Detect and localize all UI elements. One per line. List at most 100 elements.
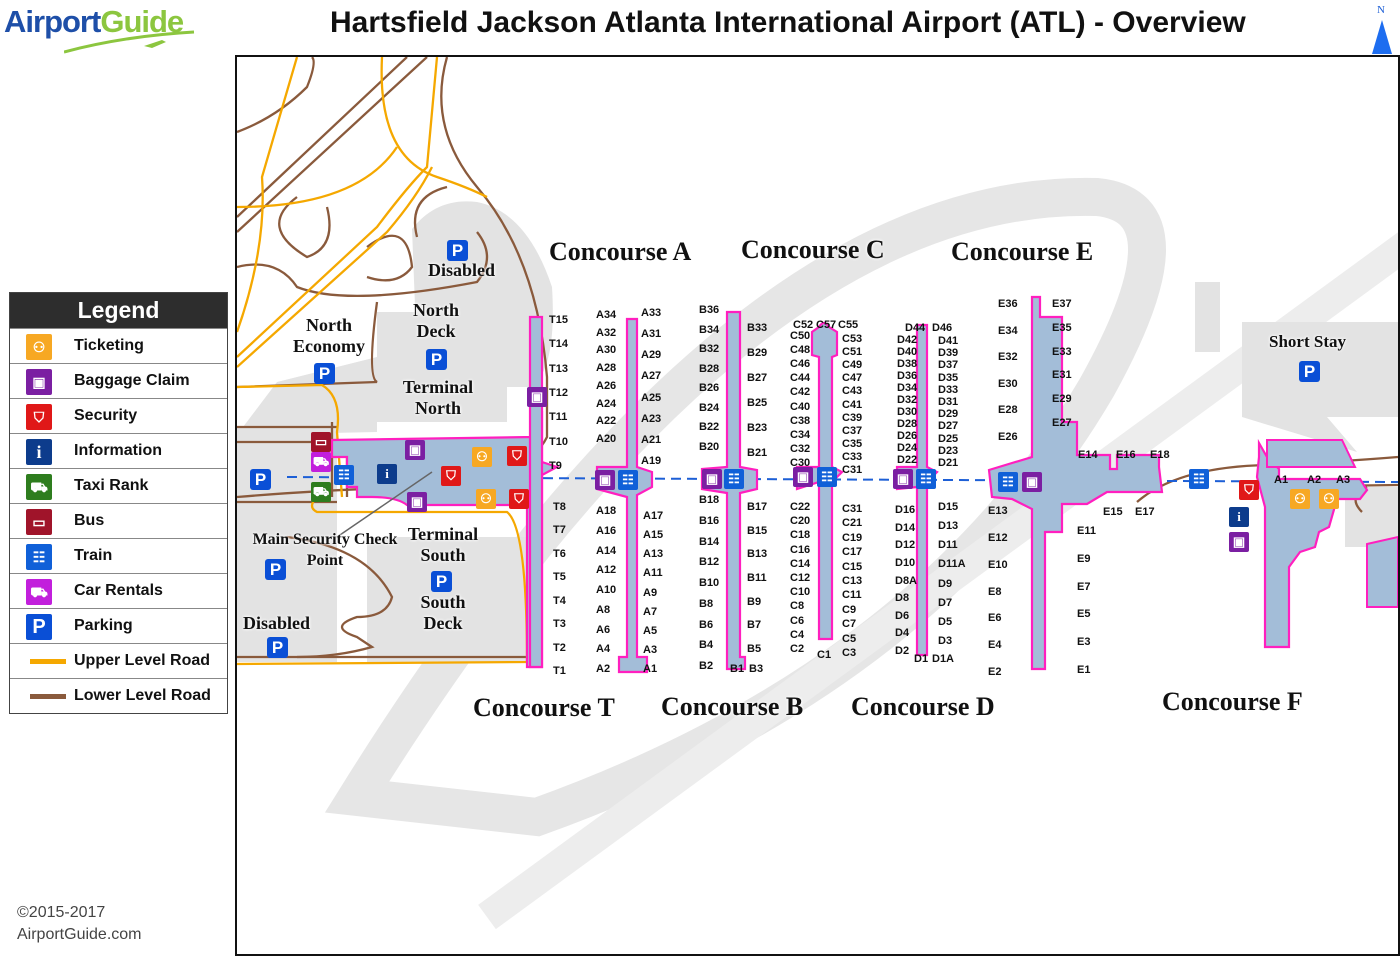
gate-a13[interactable]: A13	[643, 548, 663, 560]
concourse-a-label[interactable]: Concourse A	[549, 237, 691, 267]
gate-c8[interactable]: C8	[790, 600, 804, 612]
gate-d6[interactable]: D6	[895, 610, 909, 622]
gate-b6[interactable]: B6	[699, 619, 713, 631]
gate-a20[interactable]: A20	[596, 433, 616, 445]
concourse-b-label[interactable]: Concourse B	[661, 692, 803, 722]
gate-a30[interactable]: A30	[596, 344, 616, 356]
gate-d34[interactable]: D34	[897, 382, 917, 394]
gate-t3[interactable]: T3	[553, 618, 566, 630]
concourse-t-building[interactable]	[528, 315, 544, 669]
gate-a33[interactable]: A33	[641, 307, 661, 319]
east-building[interactable]	[1366, 535, 1398, 608]
gate-a21[interactable]: A21	[641, 434, 661, 446]
gate-c4[interactable]: C4	[790, 629, 804, 641]
gate-d13[interactable]: D13	[938, 520, 958, 532]
gate-c33[interactable]: C33	[842, 451, 862, 463]
gate-b7[interactable]: B7	[747, 619, 761, 631]
gate-c31[interactable]: C31	[842, 464, 862, 476]
gate-d26[interactable]: D26	[897, 430, 917, 442]
intl-gate[interactable]: A2	[1307, 474, 1321, 486]
gate-b9[interactable]: B9	[747, 596, 761, 608]
gate-e33[interactable]: E33	[1052, 346, 1072, 358]
gate-e2[interactable]: E2	[988, 666, 1001, 678]
gate-c55[interactable]: C55	[838, 319, 858, 331]
gate-e36[interactable]: E36	[998, 298, 1018, 310]
gate-c35[interactable]: C35	[842, 438, 862, 450]
gate-b10[interactable]: B10	[699, 577, 719, 589]
gate-c14[interactable]: C14	[790, 558, 810, 570]
gate-b12[interactable]: B12	[699, 556, 719, 568]
gate-d22[interactable]: D22	[897, 454, 917, 466]
gate-c37[interactable]: C37	[842, 425, 862, 437]
gate-c20[interactable]: C20	[790, 515, 810, 527]
intl-gate[interactable]: A1	[1274, 474, 1288, 486]
gate-c42[interactable]: C42	[790, 386, 810, 398]
gate-d25[interactable]: D25	[938, 433, 958, 445]
gate-e4[interactable]: E4	[988, 639, 1001, 651]
gate-d44[interactable]: D44	[905, 322, 925, 334]
gate-a25[interactable]: A25	[641, 392, 661, 404]
gate-e37[interactable]: E37	[1052, 298, 1072, 310]
gate-d40[interactable]: D40	[897, 346, 917, 358]
gate-a23[interactable]: A23	[641, 413, 661, 425]
gate-a17[interactable]: A17	[643, 510, 663, 522]
gate-a2[interactable]: A2	[596, 663, 610, 675]
gate-b2[interactable]: B2	[699, 660, 713, 672]
gate-e7[interactable]: E7	[1077, 581, 1090, 593]
gate-a24[interactable]: A24	[596, 398, 616, 410]
gate-a27[interactable]: A27	[641, 370, 661, 382]
gate-d14[interactable]: D14	[895, 522, 915, 534]
gate-c15[interactable]: C15	[842, 561, 862, 573]
gate-c48[interactable]: C48	[790, 344, 810, 356]
gate-d46[interactable]: D46	[932, 322, 952, 334]
gate-d9[interactable]: D9	[938, 578, 952, 590]
gate-c44[interactable]: C44	[790, 372, 810, 384]
gate-t8[interactable]: T8	[553, 501, 566, 513]
gate-e1[interactable]: E1	[1077, 664, 1090, 676]
gate-a14[interactable]: A14	[596, 545, 616, 557]
gate-c17[interactable]: C17	[842, 546, 862, 558]
gate-d2[interactable]: D2	[895, 645, 909, 657]
parking-icon[interactable]: P	[267, 637, 288, 658]
gate-a29[interactable]: A29	[641, 349, 661, 361]
gate-a22[interactable]: A22	[596, 415, 616, 427]
gate-c19[interactable]: C19	[842, 532, 862, 544]
gate-d16[interactable]: D16	[895, 504, 915, 516]
gate-c12[interactable]: C12	[790, 572, 810, 584]
gate-b22[interactable]: B22	[699, 421, 719, 433]
gate-c11[interactable]: C11	[842, 589, 862, 601]
gate-b33[interactable]: B33	[747, 322, 767, 334]
gate-c39[interactable]: C39	[842, 412, 862, 424]
airport-map[interactable]: Concourse A Concourse C Concourse E Conc…	[235, 55, 1400, 956]
gate-e10[interactable]: E10	[988, 559, 1008, 571]
gate-b21[interactable]: B21	[747, 447, 767, 459]
gate-d37[interactable]: D37	[938, 359, 958, 371]
gate-c57[interactable]: C57	[816, 319, 836, 331]
gate-c1[interactable]: C1	[817, 649, 831, 661]
gate-e12[interactable]: E12	[988, 532, 1008, 544]
gate-t14[interactable]: T14	[549, 338, 568, 350]
gate-d5[interactable]: D5	[938, 616, 952, 628]
gate-c53[interactable]: C53	[842, 333, 862, 345]
gate-b16[interactable]: B16	[699, 515, 719, 527]
gate-c13[interactable]: C13	[842, 575, 862, 587]
gate-e35[interactable]: E35	[1052, 322, 1072, 334]
gate-d42[interactable]: D42	[897, 334, 917, 346]
gate-d38[interactable]: D38	[897, 358, 917, 370]
gate-c2[interactable]: C2	[790, 643, 804, 655]
parking-icon[interactable]: P	[250, 469, 271, 490]
gate-c43[interactable]: C43	[842, 385, 862, 397]
gate-d10[interactable]: D10	[895, 557, 915, 569]
parking-icon[interactable]: P	[431, 571, 452, 592]
concourse-f-annex[interactable]	[1266, 439, 1357, 468]
parking-icon[interactable]: P	[447, 240, 468, 261]
gate-d28[interactable]: D28	[897, 418, 917, 430]
gate-b29[interactable]: B29	[747, 347, 767, 359]
gate-c50[interactable]: C50	[790, 330, 810, 342]
gate-b32[interactable]: B32	[699, 343, 719, 355]
copyright-site[interactable]: AirportGuide.com	[17, 924, 142, 946]
gate-c9[interactable]: C9	[842, 604, 856, 616]
gate-a18[interactable]: A18	[596, 505, 616, 517]
gate-a9[interactable]: A9	[643, 587, 657, 599]
gate-d11[interactable]: D11	[938, 539, 958, 551]
